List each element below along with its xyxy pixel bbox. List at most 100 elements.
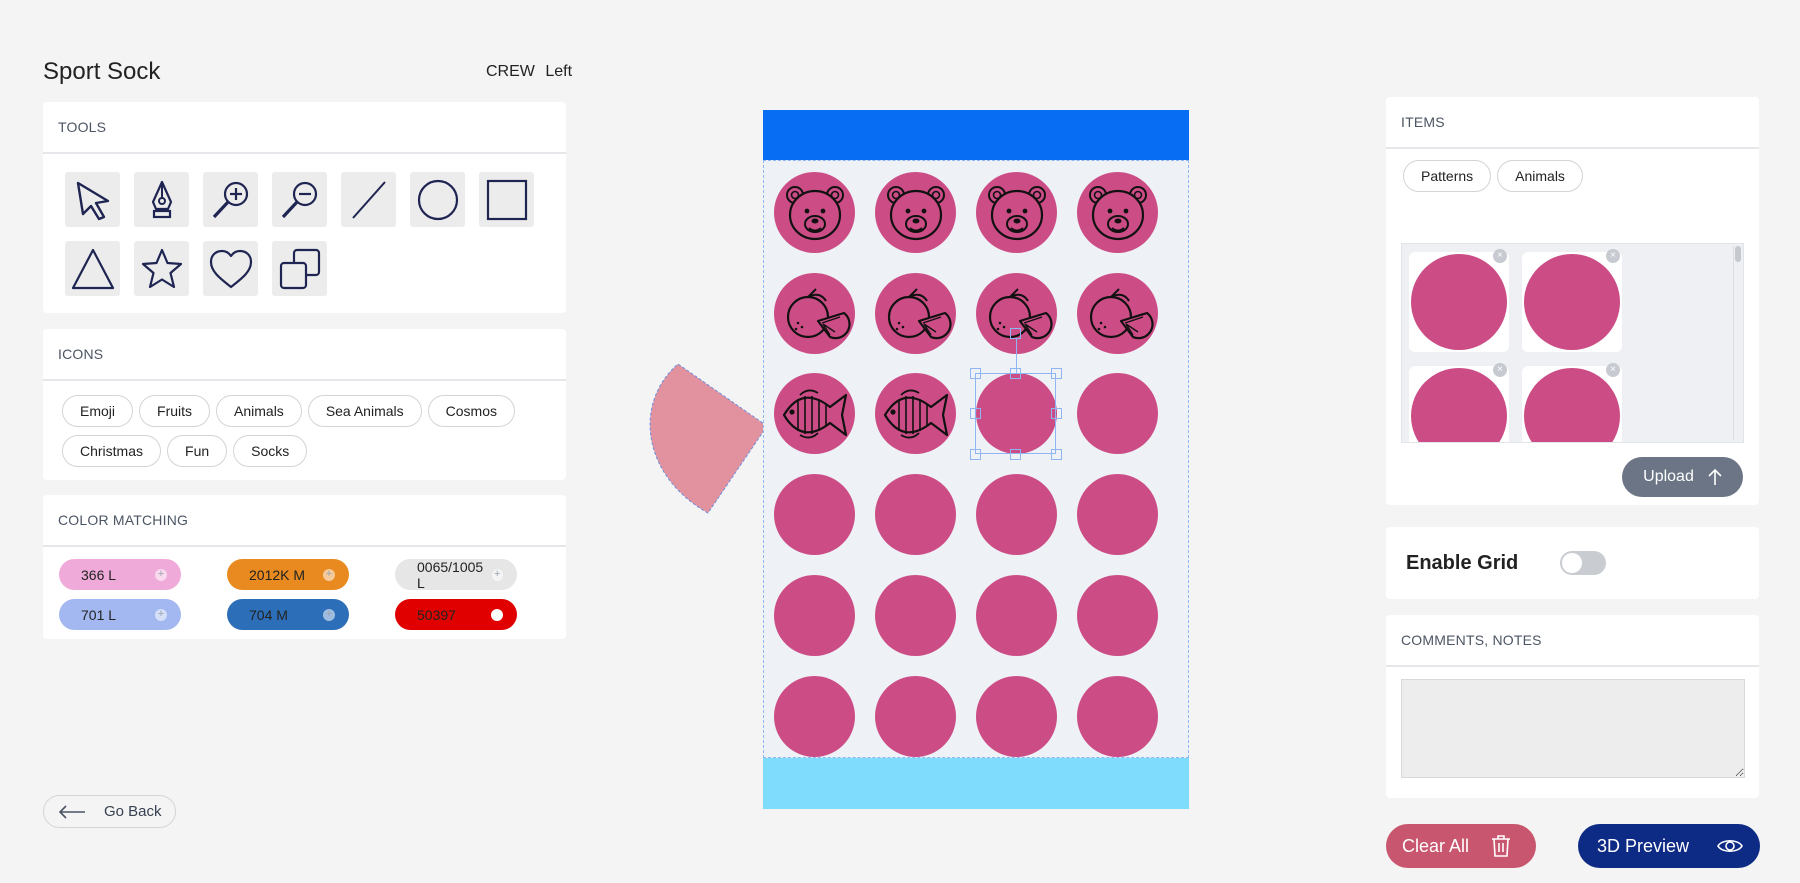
selection-handle[interactable] [969,408,981,419]
icon-category-socks[interactable]: Socks [233,435,308,467]
items-scrollbar[interactable] [1733,246,1741,440]
color-swatch[interactable]: 366 L + [59,559,181,590]
remove-icon[interactable]: × [1606,363,1620,377]
selection-handle[interactable] [1050,367,1062,379]
canvas-circle[interactable] [875,474,956,555]
color-swatch[interactable]: 701 L + [59,599,181,630]
canvas-circle-bear[interactable] [875,172,956,253]
canvas-circle[interactable] [774,575,855,656]
clear-all-button[interactable]: Clear All [1386,824,1536,868]
star-tool-button[interactable] [134,241,189,296]
color-swatch[interactable]: 2012K M + [227,559,349,590]
upload-label: Upload [1643,468,1694,485]
heart-tool-button[interactable] [203,241,258,296]
canvas-circle[interactable] [875,676,956,757]
canvas-circle[interactable] [976,474,1057,555]
canvas-circle-bear[interactable] [976,172,1057,253]
icon-category-fruits[interactable]: Fruits [139,395,211,427]
selection-handle[interactable] [969,448,981,460]
heart-icon [209,249,252,288]
icon-category-sea-animals[interactable]: Sea Animals [307,395,422,427]
icon-category-fun[interactable]: Fun [167,435,228,467]
triangle-tool-button[interactable] [65,241,120,296]
selection-handle[interactable] [1050,408,1062,419]
color-swatch[interactable]: 50397 [395,599,517,630]
upload-button[interactable]: Upload [1622,457,1743,497]
selection-handle[interactable] [969,367,981,379]
add-color-icon[interactable]: + [155,608,167,621]
canvas-circle-bear[interactable] [1077,172,1158,253]
items-tab-patterns[interactable]: Patterns [1403,160,1492,192]
notes-panel: COMMENTS, NOTES [1386,615,1759,798]
canvas-circle[interactable] [774,474,855,555]
enable-grid-label: Enable Grid [1406,551,1519,574]
items-tab-animals[interactable]: Animals [1497,160,1583,192]
remove-icon[interactable]: × [1606,249,1620,263]
canvas-circle-orange[interactable] [976,273,1057,354]
icon-category-animals[interactable]: Animals [216,395,302,427]
duplicate-tool-button[interactable] [272,241,327,296]
canvas-circle[interactable] [1077,676,1158,757]
zoom-in-tool-button[interactable] [203,172,258,227]
go-back-button[interactable]: Go Back [43,795,176,828]
item-thumbnail[interactable]: × [1409,249,1509,352]
canvas-circle-fish[interactable] [875,373,956,454]
add-color-icon[interactable]: + [155,568,167,581]
color-swatch-label: 50397 [417,606,456,623]
selection-box[interactable] [975,373,1056,454]
selection-handle[interactable] [1050,448,1062,460]
icon-category-emoji[interactable]: Emoji [62,395,134,427]
canvas-circle[interactable] [875,575,956,656]
grid-panel: Enable Grid [1386,527,1759,599]
sock-side: Left [545,63,573,80]
selection-handle[interactable] [1010,448,1021,460]
canvas-circle-bear[interactable] [774,172,855,253]
enable-grid-toggle[interactable] [1560,551,1607,575]
item-thumbnail[interactable]: × [1522,363,1622,442]
3d-preview-button[interactable]: 3D Preview [1578,824,1760,868]
canvas-circle-orange[interactable] [1077,273,1158,354]
canvas-circle[interactable] [1077,575,1158,656]
pen-tool-button[interactable] [134,172,189,227]
pen-nib-icon [151,180,172,218]
rectangle-tool-button[interactable] [479,172,534,227]
bear-icon [987,185,1046,240]
arrow-left-icon [58,804,85,819]
add-color-icon[interactable]: + [491,568,503,581]
icons-heading: ICONS [43,329,566,381]
canvas-circle[interactable] [774,676,855,757]
notes-textarea[interactable] [1401,679,1745,778]
color-swatch-label: 701 L [81,606,117,623]
sock-canvas[interactable] [763,110,1189,809]
dragged-wedge-shape[interactable] [645,360,767,520]
add-color-icon[interactable]: + [323,608,335,621]
canvas-circle[interactable] [1077,474,1158,555]
bear-icon [785,185,844,240]
canvas-circle[interactable] [976,575,1057,656]
icon-category-christmas[interactable]: Christmas [62,435,162,467]
remove-icon[interactable]: × [1493,249,1507,263]
canvas-circle-orange[interactable] [774,273,855,354]
zoom-out-tool-button[interactable] [272,172,327,227]
color-swatch[interactable]: 704 M + [227,599,349,630]
remove-icon[interactable]: × [1493,363,1507,377]
canvas-circle[interactable] [1077,373,1158,454]
select-tool-button[interactable] [65,172,120,227]
ellipse-tool-button[interactable] [410,172,465,227]
bear-icon [886,185,945,240]
canvas-circle-fish[interactable] [774,373,855,454]
canvas-circle[interactable] [976,676,1057,757]
icon-category-cosmos[interactable]: Cosmos [427,395,515,427]
item-thumbnail[interactable]: × [1522,249,1622,352]
add-color-icon[interactable] [491,608,503,621]
canvas-circle-orange[interactable] [875,273,956,354]
bottom-band[interactable] [763,758,1189,809]
line-icon [351,180,386,219]
selection-handle[interactable] [1010,327,1021,339]
line-tool-button[interactable] [341,172,396,227]
add-color-icon[interactable]: + [323,568,335,581]
top-band[interactable] [763,110,1189,160]
item-thumbnail[interactable]: × [1409,363,1509,442]
sock-style: CREW [486,63,535,80]
color-swatch[interactable]: 0065/1005 L + [395,559,517,591]
